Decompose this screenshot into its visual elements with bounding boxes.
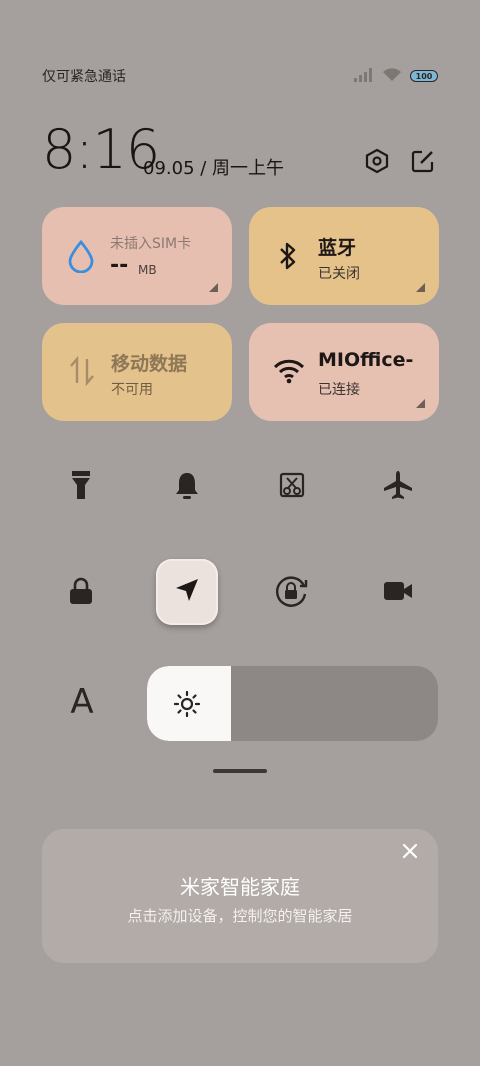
tile-expand-corner [209,283,218,292]
smart-home-title: 米家智能家庭 [180,875,300,899]
lock-icon [68,576,94,610]
airplane-toggle[interactable] [370,459,426,515]
rotation-lock-icon [274,574,310,612]
clock-time: 8:16 [42,118,160,181]
wifi-tile[interactable]: MIOffice- 已连接 [249,323,439,421]
battery-icon: 100 [410,70,438,82]
control-center: 仅可紧急通话 100 8:16 09.05 / 周一上午 未插入SIM卡 -- … [0,0,480,1066]
carrier-status-text: 仅可紧急通话 [42,69,126,85]
location-toggle[interactable] [156,559,218,625]
battery-level: 100 [415,71,433,81]
clock-date: 09.05 / 周一上午 [143,158,285,179]
screenshot-icon [278,471,306,503]
mobile-data-title: 移动数据 [111,353,188,375]
data-usage-unit: MB [138,263,157,277]
flashlight-toggle[interactable] [53,459,109,515]
smart-home-subtitle: 点击添加设备，控制您的智能家居 [127,907,353,925]
auto-brightness-button[interactable]: A [60,676,104,728]
settings-icon [364,148,390,178]
brightness-slider[interactable] [147,666,438,741]
mobile-data-status: 不可用 [111,382,153,398]
edit-icon [410,148,436,178]
wifi-network-name: MIOffice- [318,349,414,371]
bluetooth-status: 已关闭 [318,266,360,282]
smart-home-card[interactable]: 米家智能家庭 点击添加设备，控制您的智能家居 [42,829,438,963]
flashlight-icon [70,469,92,505]
wifi-icon [273,357,305,389]
rotation-lock-toggle[interactable] [264,565,320,621]
screen-record-toggle[interactable] [370,565,426,621]
airplane-icon [382,469,414,505]
bluetooth-title: 蓝牙 [318,237,357,259]
tile-expand-corner [416,283,425,292]
bell-icon [173,470,201,504]
settings-button[interactable] [361,147,393,179]
screenshot-toggle[interactable] [264,459,320,515]
status-icons: 100 [354,66,438,86]
data-arrows-icon [68,355,96,391]
wifi-status: 已连接 [318,382,360,398]
auto-brightness-label: A [70,682,94,722]
tile-expand-corner [416,399,425,408]
signal-icon [354,67,374,86]
mobile-data-usage-tile[interactable]: 未插入SIM卡 -- MB [42,207,232,305]
ringer-toggle[interactable] [159,459,215,515]
mobile-data-tile[interactable]: 移动数据 不可用 [42,323,232,421]
bluetooth-icon [275,239,301,277]
data-usage-value: -- [110,253,129,278]
smart-home-close-button[interactable] [398,841,422,865]
sun-icon [173,690,201,718]
edit-button[interactable] [407,147,439,179]
close-icon [401,842,419,864]
lock-toggle[interactable] [53,565,109,621]
video-camera-icon [382,579,414,607]
water-drop-icon [66,239,96,277]
wifi-icon [382,67,402,86]
location-arrow-icon [173,576,201,608]
sim-status-label: 未插入SIM卡 [110,236,192,252]
bluetooth-tile[interactable]: 蓝牙 已关闭 [249,207,439,305]
panel-drag-handle[interactable] [213,769,267,773]
